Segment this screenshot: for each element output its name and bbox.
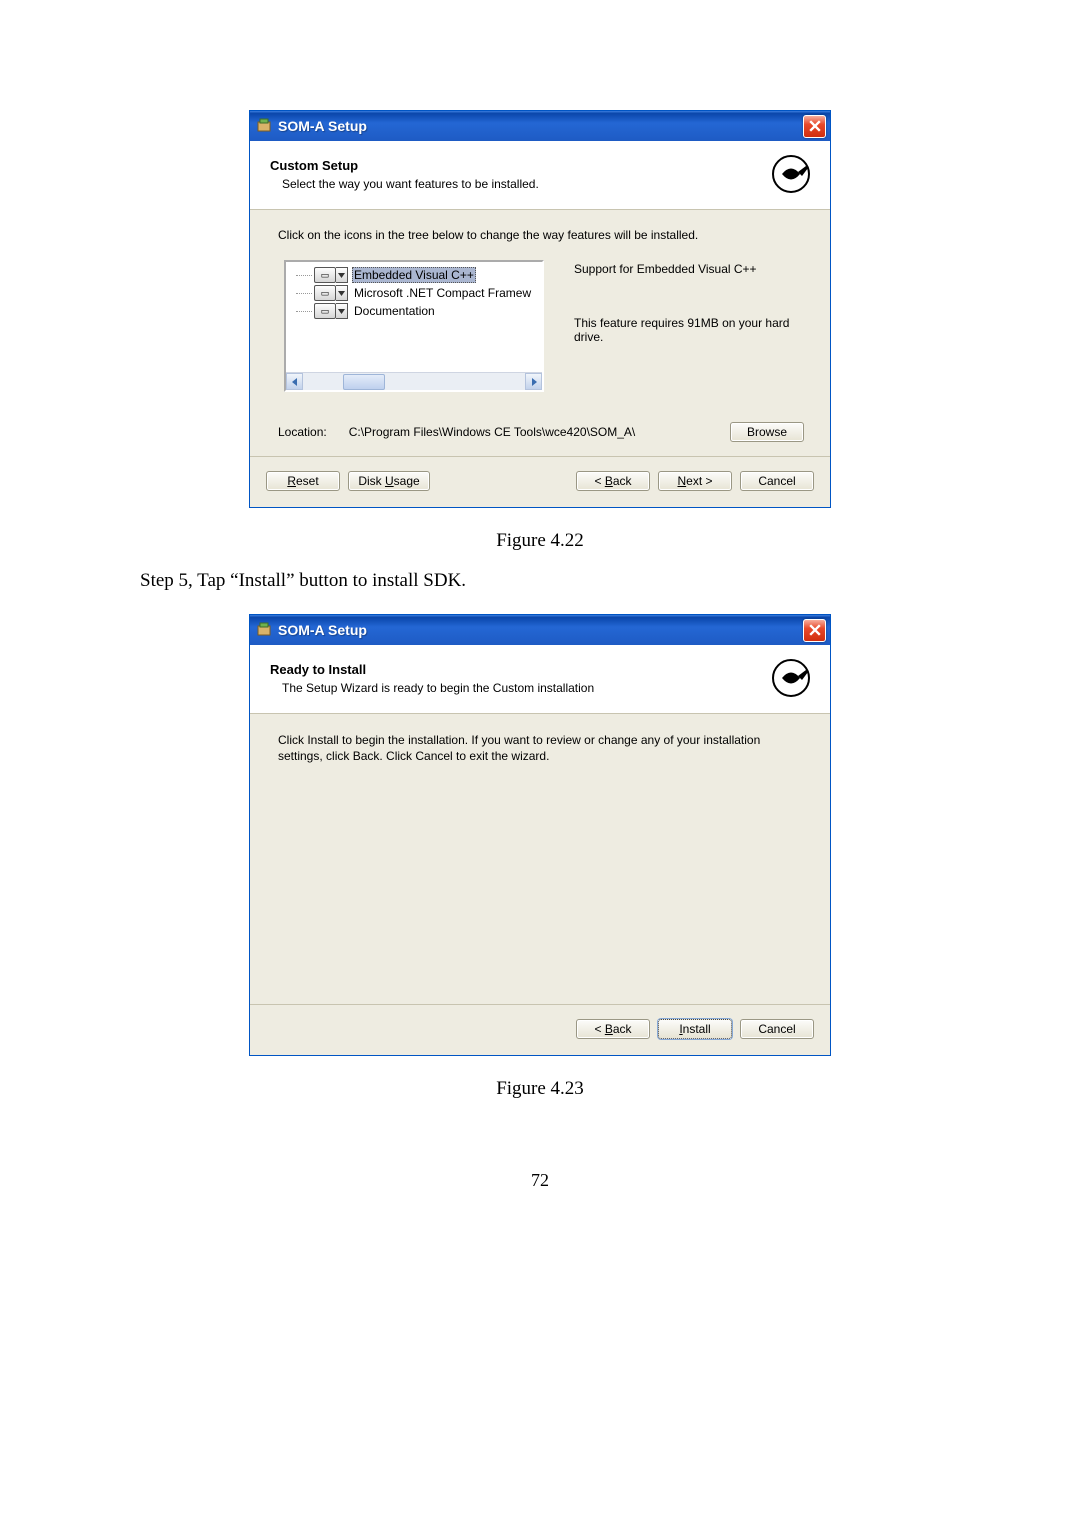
header-subtitle: The Setup Wizard is ready to begin the C… xyxy=(282,681,768,695)
tree-item-evc[interactable]: ▭ Embedded Visual C++ xyxy=(286,266,542,284)
scroll-thumb[interactable] xyxy=(343,374,385,390)
content-panel: Click Install to begin the installation.… xyxy=(250,714,830,1004)
button-bar: Reset Disk Usage < Back Next > Cancel xyxy=(250,456,830,507)
drive-icon: ▭ xyxy=(314,303,336,319)
desc-title: Support for Embedded Visual C++ xyxy=(574,262,804,276)
feature-tree[interactable]: ▭ Embedded Visual C++ ▭ Microsoft .NET C… xyxy=(284,260,544,392)
title-bar[interactable]: SOM-A Setup xyxy=(250,111,830,141)
header-title: Ready to Install xyxy=(270,662,768,677)
drive-icon: ▭ xyxy=(314,267,336,283)
browse-button[interactable]: Browse xyxy=(730,422,804,442)
body-text: Click Install to begin the installation.… xyxy=(278,732,804,764)
cancel-button[interactable]: Cancel xyxy=(740,1019,814,1039)
cancel-button[interactable]: Cancel xyxy=(740,471,814,491)
tree-label: Documentation xyxy=(352,304,437,318)
drive-icon: ▭ xyxy=(314,285,336,301)
disk-usage-button[interactable]: Disk Usage xyxy=(348,471,430,491)
figure-caption: Figure 4.23 xyxy=(140,1078,940,1100)
title-bar[interactable]: SOM-A Setup xyxy=(250,615,830,645)
scroll-right-button[interactable] xyxy=(525,373,542,390)
window-title: SOM-A Setup xyxy=(278,622,803,638)
instruction-text: Click on the icons in the tree below to … xyxy=(278,228,804,242)
tree-label: Microsoft .NET Compact Framew xyxy=(352,286,533,300)
custom-setup-dialog: SOM-A Setup Custom Setup Select the way … xyxy=(249,110,831,508)
close-button[interactable] xyxy=(803,115,826,138)
header-panel: Custom Setup Select the way you want fea… xyxy=(250,141,830,210)
chevron-down-icon[interactable] xyxy=(336,303,348,319)
back-button[interactable]: < Back xyxy=(576,1019,650,1039)
tree-item-docs[interactable]: ▭ Documentation xyxy=(286,302,542,320)
header-title: Custom Setup xyxy=(270,158,768,173)
tree-item-netcf[interactable]: ▭ Microsoft .NET Compact Framew xyxy=(286,284,542,302)
back-button[interactable]: < Back xyxy=(576,471,650,491)
installer-icon xyxy=(256,622,272,638)
scroll-left-button[interactable] xyxy=(286,373,303,390)
window-title: SOM-A Setup xyxy=(278,118,803,134)
chevron-down-icon[interactable] xyxy=(336,267,348,283)
ready-install-dialog: SOM-A Setup Ready to Install The Setup W… xyxy=(249,614,831,1056)
installer-icon xyxy=(256,118,272,134)
reset-button[interactable]: Reset xyxy=(266,471,340,491)
page-number: 72 xyxy=(140,1170,940,1191)
header-panel: Ready to Install The Setup Wizard is rea… xyxy=(250,645,830,714)
button-bar: < Back Install Cancel xyxy=(250,1004,830,1055)
tree-label: Embedded Visual C++ xyxy=(352,267,476,283)
close-button[interactable] xyxy=(803,619,826,642)
figure-caption: Figure 4.22 xyxy=(140,530,940,552)
desc-requirement: This feature requires 91MB on your hard … xyxy=(574,316,804,344)
next-button[interactable]: Next > xyxy=(658,471,732,491)
wizard-icon xyxy=(768,655,814,701)
location-label: Location: xyxy=(278,425,327,439)
header-subtitle: Select the way you want features to be i… xyxy=(282,177,768,191)
scroll-track[interactable] xyxy=(303,373,525,390)
step-text: Step 5, Tap “Install” button to install … xyxy=(140,570,940,592)
chevron-down-icon[interactable] xyxy=(336,285,348,301)
content-panel: Click on the icons in the tree below to … xyxy=(250,210,830,456)
horizontal-scrollbar[interactable] xyxy=(286,372,542,390)
install-button[interactable]: Install xyxy=(658,1019,732,1039)
wizard-icon xyxy=(768,151,814,197)
feature-description: Support for Embedded Visual C++ This fea… xyxy=(574,260,804,392)
location-path: C:\Program Files\Windows CE Tools\wce420… xyxy=(349,425,708,439)
